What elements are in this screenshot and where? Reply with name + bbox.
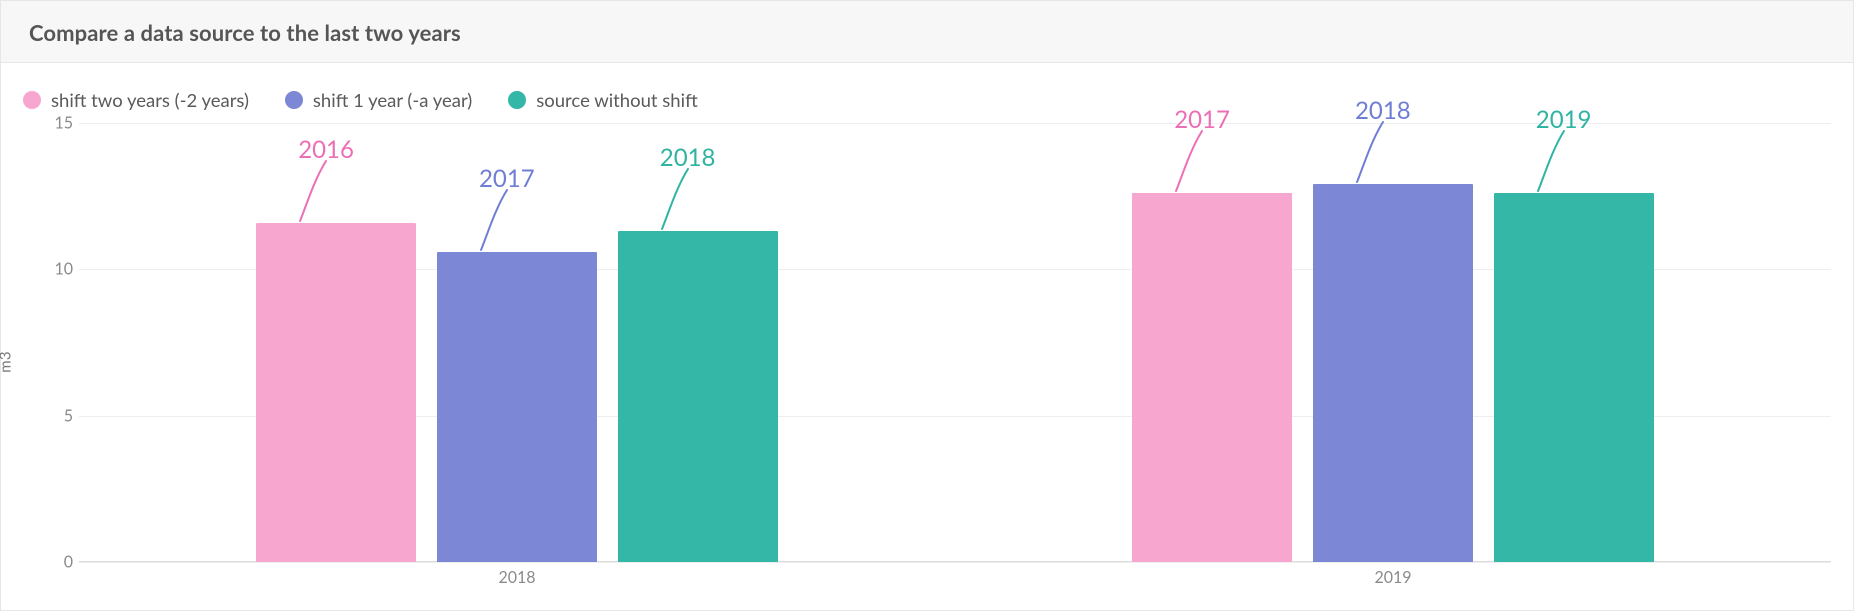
legend-item-label: shift two years (-2 years) bbox=[51, 89, 249, 111]
legend-swatch-icon bbox=[285, 91, 303, 109]
legend-swatch-icon bbox=[23, 91, 41, 109]
gridline bbox=[79, 123, 1831, 124]
gridline bbox=[79, 562, 1831, 563]
y-tick-label: 0 bbox=[45, 553, 73, 572]
annotation-leader-icon bbox=[465, 186, 525, 276]
bar[interactable] bbox=[1313, 184, 1473, 562]
annotation-leader-icon bbox=[1341, 118, 1401, 208]
bar[interactable] bbox=[256, 223, 416, 562]
annotation-leader-icon bbox=[646, 165, 706, 255]
legend-item-label: source without shift bbox=[536, 89, 698, 111]
bar[interactable] bbox=[437, 252, 597, 562]
x-axis-ticks: 2018 2019 bbox=[79, 568, 1831, 592]
plot-area: 051015201620172018201720182019 bbox=[79, 123, 1831, 562]
legend: shift two years (-2 years) shift 1 year … bbox=[1, 63, 1853, 113]
bar[interactable] bbox=[1494, 193, 1654, 562]
y-tick-label: 15 bbox=[45, 114, 73, 133]
x-tick-label: 2019 bbox=[1374, 568, 1411, 587]
legend-item-label: shift 1 year (-a year) bbox=[313, 89, 472, 111]
y-axis-unit-label: m3 bbox=[0, 351, 15, 372]
chart-area: m3 051015201620172018201720182019 201820… bbox=[1, 113, 1853, 610]
panel-title: Compare a data source to the last two ye… bbox=[1, 1, 1853, 63]
bar[interactable] bbox=[618, 231, 778, 562]
y-tick-label: 5 bbox=[45, 406, 73, 425]
legend-item-shift-two-years[interactable]: shift two years (-2 years) bbox=[23, 89, 249, 111]
annotation-leader-icon bbox=[1160, 127, 1220, 217]
y-tick-label: 10 bbox=[45, 260, 73, 279]
legend-item-shift-one-year[interactable]: shift 1 year (-a year) bbox=[285, 89, 472, 111]
annotation-leader-icon bbox=[284, 157, 344, 247]
legend-item-source-no-shift[interactable]: source without shift bbox=[508, 89, 698, 111]
chart-panel: Compare a data source to the last two ye… bbox=[0, 0, 1854, 611]
bar[interactable] bbox=[1132, 193, 1292, 562]
legend-swatch-icon bbox=[508, 91, 526, 109]
x-tick-label: 2018 bbox=[498, 568, 535, 587]
annotation-leader-icon bbox=[1522, 127, 1582, 217]
